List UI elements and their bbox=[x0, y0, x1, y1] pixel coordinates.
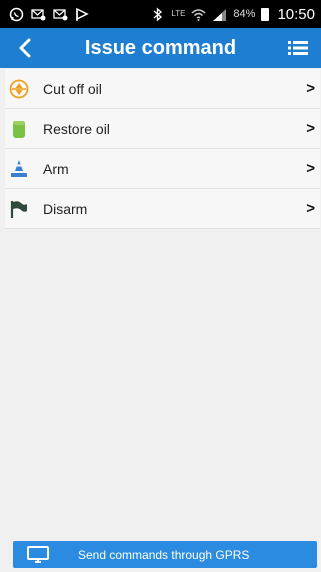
command-label: Arm bbox=[43, 160, 69, 177]
notification-icons bbox=[9, 7, 90, 22]
page-title: Issue command bbox=[84, 36, 237, 59]
monitor-icon bbox=[26, 545, 50, 565]
mail-icon bbox=[31, 7, 46, 22]
command-arm[interactable]: Arm > bbox=[5, 149, 320, 189]
send-gprs-button[interactable]: Send commands through GPRS bbox=[13, 541, 317, 568]
chevron-right-icon: > bbox=[306, 200, 315, 217]
command-label: Restore oil bbox=[43, 120, 110, 137]
bluetooth-icon bbox=[150, 6, 165, 22]
chevron-right-icon: > bbox=[306, 160, 315, 177]
chevron-right-icon: > bbox=[306, 120, 315, 137]
send-gprs-label: Send commands through GPRS bbox=[78, 547, 250, 562]
whatsapp-icon bbox=[9, 7, 24, 22]
oil-cut-icon bbox=[9, 79, 29, 99]
wifi-icon bbox=[191, 7, 206, 22]
lte-icon: LTE bbox=[171, 9, 186, 18]
command-disarm[interactable]: Disarm > bbox=[5, 189, 320, 229]
back-button[interactable] bbox=[14, 36, 38, 60]
list-menu-icon bbox=[288, 41, 308, 55]
disarm-flag-icon bbox=[9, 199, 29, 219]
mail-icon bbox=[53, 7, 68, 22]
command-label: Disarm bbox=[43, 200, 88, 217]
command-restore-oil[interactable]: Restore oil > bbox=[5, 109, 320, 149]
oil-restore-icon bbox=[9, 119, 29, 139]
command-list: Cut off oil > Restore oil > Arm > Disarm… bbox=[5, 69, 320, 229]
signal-icon bbox=[212, 7, 227, 22]
status-bar: LTE 84% 10:50 bbox=[0, 0, 321, 28]
command-cut-off-oil[interactable]: Cut off oil > bbox=[5, 69, 320, 109]
arm-icon bbox=[9, 159, 29, 179]
back-arrow-icon bbox=[19, 38, 31, 58]
battery-percent: 84% bbox=[233, 8, 256, 20]
chevron-right-icon: > bbox=[306, 80, 315, 97]
flag-icon bbox=[75, 7, 90, 22]
screen: LTE 84% 10:50 Issue command Cut off oil … bbox=[0, 0, 321, 572]
command-label: Cut off oil bbox=[43, 80, 102, 97]
battery-icon bbox=[261, 7, 270, 21]
clock: 10:50 bbox=[277, 5, 315, 23]
system-icons: LTE 84% 10:50 bbox=[150, 6, 315, 23]
menu-button[interactable] bbox=[286, 36, 310, 60]
app-bar: Issue command bbox=[0, 28, 321, 68]
